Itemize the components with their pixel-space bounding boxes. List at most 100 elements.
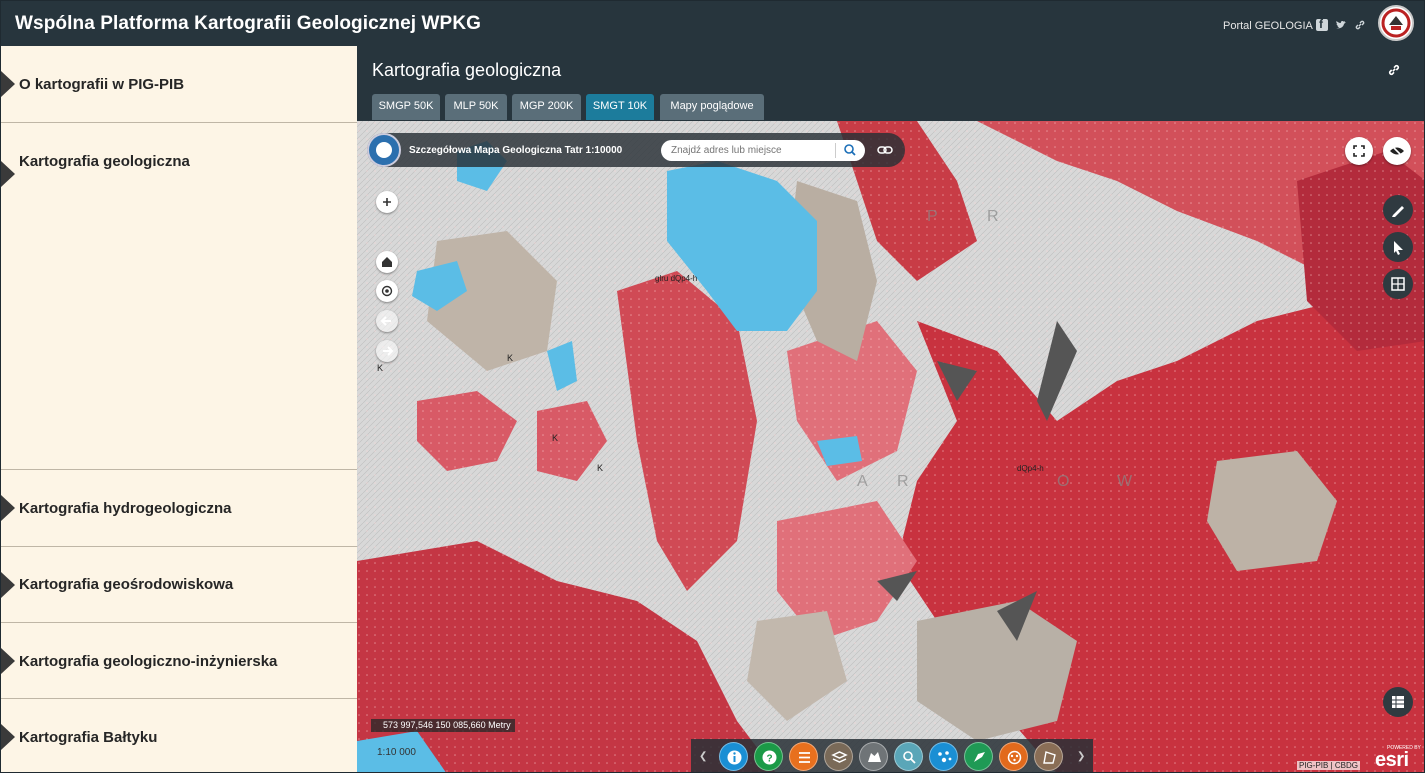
sidebar-item-label: Kartografia geologiczno-inżynierska xyxy=(19,653,278,670)
chevron-right-icon xyxy=(1,71,15,97)
points-icon xyxy=(938,751,952,763)
table-button[interactable] xyxy=(1383,687,1413,717)
sidebar-item-geologiczno-inzynierska[interactable]: Kartografia geologiczno-inżynierska xyxy=(1,623,357,699)
help-icon: ? xyxy=(762,750,777,765)
tool-info[interactable] xyxy=(719,742,748,771)
fullscreen-icon xyxy=(1353,145,1365,157)
locate-button[interactable] xyxy=(376,280,398,302)
pig-pib-logo[interactable] xyxy=(1378,5,1414,41)
legend-list-icon xyxy=(799,752,810,763)
widget-toolbar: ❮ ? ❯ xyxy=(691,739,1093,772)
chevron-right-icon xyxy=(1,723,15,750)
tab-mgp-200k[interactable]: MGP 200K xyxy=(512,94,581,120)
sidebar-item-kartografia-geologiczna[interactable]: Kartografia geologiczna xyxy=(1,123,357,470)
search-icon[interactable] xyxy=(839,141,861,160)
sidebar-item-baltyku[interactable]: Kartografia Bałtyku xyxy=(1,699,357,772)
address-search-input[interactable] xyxy=(671,142,831,159)
home-icon xyxy=(382,257,392,267)
previous-extent-button[interactable] xyxy=(376,310,398,332)
map-label: W xyxy=(1117,473,1133,490)
arrow-right-icon xyxy=(383,346,394,356)
tab-mlp-50k[interactable]: MLP 50K xyxy=(445,94,507,120)
layers-icon xyxy=(831,751,848,763)
measure-icon xyxy=(1043,751,1056,764)
chevron-right-icon[interactable]: ❯ xyxy=(1077,751,1085,762)
tool-basemap[interactable] xyxy=(859,742,888,771)
map-label: glru dQp4-h xyxy=(655,274,697,283)
svg-text:?: ? xyxy=(767,754,773,765)
locate-icon xyxy=(381,285,393,297)
map-label: K xyxy=(552,433,558,443)
twitter-icon[interactable] xyxy=(1335,19,1347,31)
chevron-right-icon xyxy=(1,571,15,598)
esri-logo[interactable]: esri xyxy=(1375,749,1409,772)
sidebar-item-label: Kartografia geośrodowiskowa xyxy=(19,576,234,593)
map-title-bar: Szczegółowa Mapa Geologiczna Tatr 1:1000… xyxy=(367,133,905,167)
app-title: Wspólna Platforma Kartografii Geologiczn… xyxy=(15,13,482,34)
pencil-icon xyxy=(1392,206,1404,217)
chevron-left-icon[interactable]: ❮ xyxy=(699,751,707,762)
fullscreen-button[interactable] xyxy=(1345,137,1373,165)
select-button[interactable] xyxy=(1383,232,1413,262)
tool-layers[interactable] xyxy=(824,742,853,771)
next-extent-button[interactable] xyxy=(376,340,398,362)
map-label: A xyxy=(857,473,868,490)
table-icon xyxy=(1392,696,1404,708)
sidebar-item-o-kartografii[interactable]: O kartografii w PIG-PIB xyxy=(1,46,357,123)
home-button[interactable] xyxy=(376,251,398,273)
facebook-icon[interactable] xyxy=(1316,17,1328,31)
sidebar-item-label: Kartografia Bałtyku xyxy=(19,729,158,746)
tool-analysis[interactable] xyxy=(999,742,1028,771)
basemap-icon xyxy=(868,752,881,762)
tool-query[interactable] xyxy=(894,742,923,771)
section-title: Kartografia geologiczna xyxy=(372,60,562,80)
app-frame: Wspólna Platforma Kartografii Geologiczn… xyxy=(0,0,1425,773)
hide-ui-button[interactable] xyxy=(1383,137,1411,165)
tab-smgp-50k[interactable]: SMGP 50K xyxy=(372,94,440,120)
cursor-icon xyxy=(1394,241,1403,255)
map-label: K xyxy=(507,353,513,363)
tab-mapy-pogladowe[interactable]: Mapy poglądowe xyxy=(660,94,764,120)
link-icon[interactable] xyxy=(875,141,895,159)
eye-off-icon xyxy=(1390,144,1404,158)
coordinates-readout: 573 997,546 150 085,660 Metry xyxy=(371,719,515,732)
map-label: K xyxy=(597,463,603,473)
extent-button[interactable] xyxy=(1383,269,1413,299)
chevron-right-icon xyxy=(1,161,15,187)
map-label: R xyxy=(987,208,999,225)
map-view[interactable]: K K K K glru dQp4-h dQp4-h P R A R O W S… xyxy=(357,121,1425,773)
sidebar-item-hydrogeologiczna[interactable]: Kartografia hydrogeologiczna xyxy=(1,470,357,547)
map-label: O xyxy=(1057,473,1069,490)
logo-emblem-icon xyxy=(1381,8,1411,38)
tool-help[interactable]: ? xyxy=(754,742,783,771)
map-name: Szczegółowa Mapa Geologiczna Tatr 1:1000… xyxy=(409,145,623,156)
divider xyxy=(835,143,836,158)
tool-legend[interactable] xyxy=(789,742,818,771)
tool-measure[interactable] xyxy=(1034,742,1063,771)
chevron-right-icon xyxy=(1,495,15,521)
sidebar-item-label: O kartografii w PIG-PIB xyxy=(19,76,185,93)
link-icon[interactable] xyxy=(1387,63,1401,77)
portal-geologia-link[interactable]: Portal GEOLOGIA xyxy=(1223,20,1313,32)
grid-frame-icon xyxy=(1391,277,1405,291)
tool-points[interactable] xyxy=(929,742,958,771)
draw-icon xyxy=(974,752,985,762)
sidebar: O kartografii w PIG-PIB Kartografia geol… xyxy=(1,46,357,772)
share-link-icon[interactable] xyxy=(1354,19,1366,31)
chevron-right-icon xyxy=(1,647,15,674)
query-icon xyxy=(903,751,916,764)
edit-button[interactable] xyxy=(1383,195,1413,225)
sidebar-item-label: Kartografia geologiczna xyxy=(19,153,190,170)
sidebar-item-geosrodowiskowa[interactable]: Kartografia geośrodowiskowa xyxy=(1,547,357,623)
arrow-left-icon xyxy=(380,316,391,326)
search-box xyxy=(661,140,865,161)
tool-draw[interactable] xyxy=(964,742,993,771)
tab-smgt-10k[interactable]: SMGT 10K xyxy=(586,94,654,120)
analysis-icon xyxy=(1007,750,1022,765)
content-header: Kartografia geologiczna SMGP 50K MLP 50K… xyxy=(357,46,1424,121)
geologic-map-canvas[interactable]: K K K K glru dQp4-h dQp4-h P R A R O W xyxy=(357,121,1425,773)
sidebar-item-label: Kartografia hydrogeologiczna xyxy=(19,500,232,517)
zoom-in-button[interactable] xyxy=(376,191,398,213)
map-attribution: PIG-PIB | CBDG xyxy=(1297,761,1360,770)
map-logo-icon xyxy=(367,133,401,167)
